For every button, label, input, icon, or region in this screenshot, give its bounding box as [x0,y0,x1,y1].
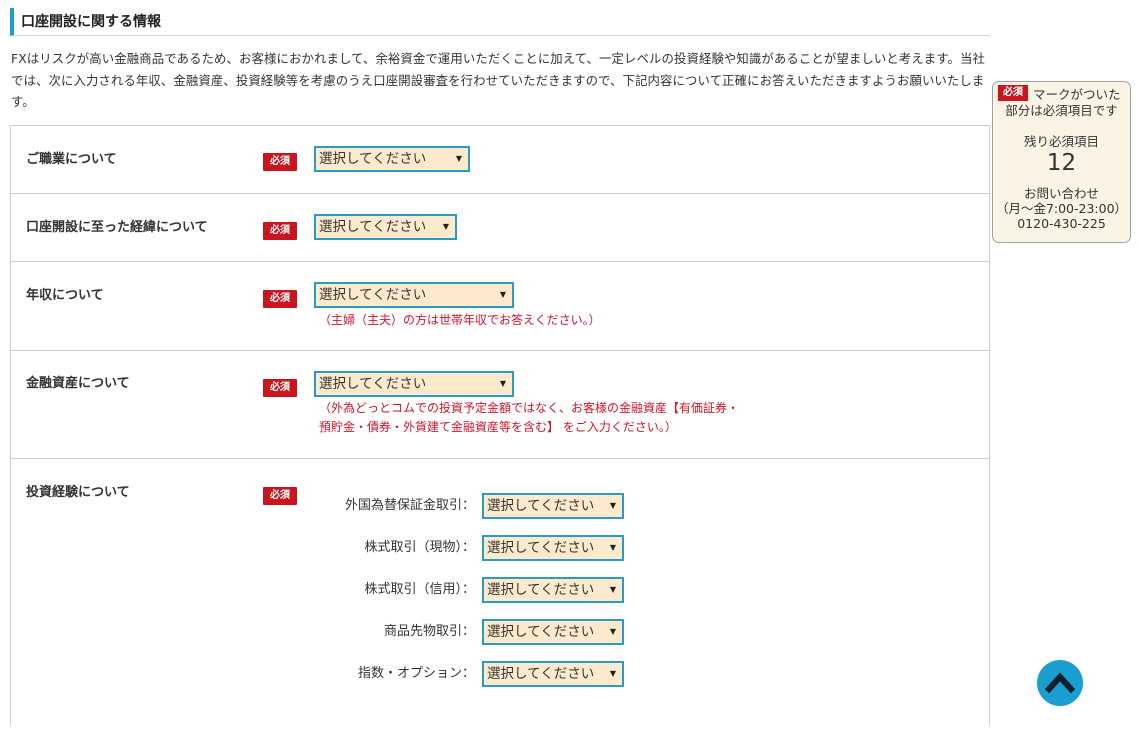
occupation-label: ご職業について [26,152,117,167]
select-value: 選択してください [319,376,427,392]
remaining-items-label: 残り必須項目 [1023,134,1099,149]
select-value: 選択してください [487,498,595,514]
assets-select[interactable]: 選択してください ▼ [314,371,514,397]
dropdown-arrow-icon: ▼ [499,290,506,299]
stock-margin-label: 株式取引（信用）： [364,582,475,597]
income-note: （主婦（主夫）の方は世帯年収でお答えください。） [319,313,601,327]
income-label: 年収について [26,288,104,303]
dropdown-arrow-icon: ▼ [609,543,616,552]
required-items-sidebar: 必須 マークがついた 部分は必須項目です 残り必須項目 12 お問い合わせ （月… [992,81,1131,243]
select-value: 選択してください [487,540,595,556]
sidebar-part-text: 部分は必須項目です [1005,103,1118,118]
fx-experience-label: 外国為替保証金取引： [344,498,475,513]
occupation-select[interactable]: 選択してください ▼ [314,146,470,172]
reason-select[interactable]: 選択してください ▼ [314,214,457,240]
row-assets: 金融資産について 必須 選択してください ▼ （外為どっとコムでの投資予定金額で… [11,351,989,459]
section-title: 口座開設に関する情報 [10,8,990,36]
dropdown-arrow-icon: ▼ [609,669,616,678]
fx-experience-select[interactable]: 選択してください ▼ [482,493,624,519]
select-value: 選択してください [487,582,595,598]
commodity-futures-label: 商品先物取引： [383,624,475,639]
experience-label: 投資経験について [26,485,130,500]
select-value: 選択してください [319,151,427,167]
contact-title: お問い合わせ [1023,186,1099,201]
assets-note-line2: 預貯金・債券・外貨建て金融資産等を含む】 をご入力ください。） [319,420,677,434]
dropdown-arrow-icon: ▼ [609,501,616,510]
scroll-top-button[interactable] [1037,660,1083,706]
contact-info: お問い合わせ （月～金7:00-23:00） 0120-430-225 [993,186,1130,231]
select-value: 選択してください [487,624,595,640]
stock-spot-select[interactable]: 選択してください ▼ [482,535,624,561]
required-badge: 必須 [263,379,297,397]
row-occupation: ご職業について 必須 選択してください ▼ [11,126,989,194]
intro-text: FXはリスクが高い金融商品であるため、お客様におかれまして、余裕資金で運用いただ… [11,51,985,109]
dropdown-arrow-icon: ▼ [442,222,449,231]
contact-phone[interactable]: 0120-430-225 [993,216,1130,231]
required-badge: 必須 [263,290,297,308]
dropdown-arrow-icon: ▼ [609,585,616,594]
index-options-label: 指数・オプション： [357,666,475,681]
select-value: 選択してください [487,666,595,682]
dropdown-arrow-icon: ▼ [499,379,506,388]
commodity-futures-select[interactable]: 選択してください ▼ [482,619,624,645]
form-table: ご職業について 必須 選択してください ▼ 口座開設に至った経緯について 必須 … [10,125,990,725]
reason-label: 口座開設に至った経緯について [26,220,208,235]
select-value: 選択してください [319,287,427,303]
stock-spot-label: 株式取引（現物）： [364,540,475,555]
dropdown-arrow-icon: ▼ [455,154,462,163]
select-value: 選択してください [319,219,427,235]
required-badge: 必須 [263,153,297,171]
assets-label: 金融資産について [26,376,130,391]
sidebar-mark-text: マークがついた [1033,87,1121,102]
remaining-items-count: 12 [1046,150,1077,176]
row-income: 年収について 必須 選択してください ▼ （主婦（主夫）の方は世帯年収でお答えく… [11,262,989,351]
index-options-select[interactable]: 選択してください ▼ [482,661,624,687]
dropdown-arrow-icon: ▼ [609,627,616,636]
assets-note-line1: （外為どっとコムでの投資予定金額ではなく、お客様の金融資産【有価証券・ [319,401,740,415]
income-select[interactable]: 選択してください ▼ [314,282,514,308]
row-reason: 口座開設に至った経緯について 必須 選択してください ▼ [11,194,989,262]
required-badge: 必須 [263,487,297,505]
chevron-up-icon [1045,672,1075,694]
row-experience: 投資経験について 必須 外国為替保証金取引： 選択してください ▼ 株式取引（現… [11,459,989,739]
stock-margin-select[interactable]: 選択してください ▼ [482,577,624,603]
sidebar-required-badge: 必須 [998,85,1028,101]
required-badge: 必須 [263,222,297,240]
contact-hours: （月～金7:00-23:00） [995,201,1128,216]
